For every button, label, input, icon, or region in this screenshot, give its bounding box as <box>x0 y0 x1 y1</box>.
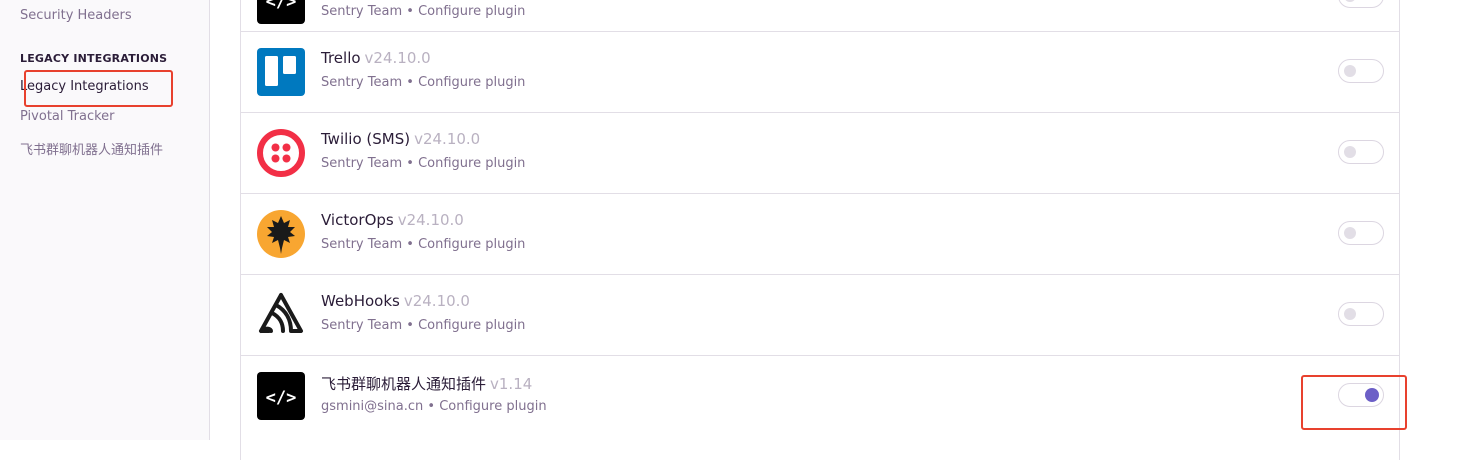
plugin-name: Trello <box>321 49 361 67</box>
twilio-icon <box>257 129 305 177</box>
plugin-title: VictorOps v24.10.0 <box>321 211 464 229</box>
plugin-title: Twilio (SMS) v24.10.0 <box>321 130 480 148</box>
plugin-title: Trello v24.10.0 <box>321 49 431 67</box>
plugin-row-webhooks: WebHooks v24.10.0 Sentry Team • Configure… <box>241 275 1399 356</box>
plugin-row: </> Sentry Team • Configure plugin <box>241 0 1399 32</box>
svg-text:</>: </> <box>266 0 297 12</box>
plugin-meta: Sentry Team • Configure plugin <box>321 318 526 333</box>
plugin-meta: Sentry Team • Configure plugin <box>321 237 526 252</box>
plugin-version: v1.14 <box>490 375 533 393</box>
plugin-row-twilio: Twilio (SMS) v24.10.0 Sentry Team • Confi… <box>241 113 1399 194</box>
plugin-toggle[interactable] <box>1338 140 1384 164</box>
code-icon: </> <box>257 0 305 24</box>
plugin-author: Sentry Team <box>321 156 403 171</box>
plugin-version: v24.10.0 <box>364 49 431 67</box>
plugin-meta: Sentry Team • Configure plugin <box>321 156 526 171</box>
plugin-toggle[interactable] <box>1338 302 1384 326</box>
plugin-meta: Sentry Team • Configure plugin <box>321 75 526 90</box>
plugin-name: Twilio (SMS) <box>321 130 411 148</box>
plugin-toggle[interactable] <box>1338 59 1384 83</box>
sidebar-item-pivotal-tracker[interactable]: Pivotal Tracker <box>20 109 115 124</box>
plugin-row-trello: Trello v24.10.0 Sentry Team • Configure p… <box>241 32 1399 113</box>
plugin-author: gsmini@sina.cn <box>321 399 424 414</box>
victorops-icon <box>257 210 305 258</box>
plugin-author: Sentry Team <box>321 4 403 19</box>
plugin-meta: Sentry Team • Configure plugin <box>321 4 526 19</box>
configure-plugin-link[interactable]: Configure plugin <box>418 75 525 90</box>
plugin-name: VictorOps <box>321 211 394 229</box>
svg-text:</>: </> <box>266 388 297 408</box>
plugin-row-feishu: </> 飞书群聊机器人通知插件 v1.14 gsmini@sina.cn • Co… <box>241 356 1399 437</box>
plugin-version: v24.10.0 <box>414 130 481 148</box>
sidebar-item-security-headers[interactable]: Security Headers <box>20 8 132 23</box>
configure-plugin-link[interactable]: Configure plugin <box>418 237 525 252</box>
settings-sidebar: Security Headers LEGACY INTEGRATIONS Leg… <box>0 0 210 440</box>
configure-plugin-link[interactable]: Configure plugin <box>418 4 525 19</box>
sidebar-item-legacy-integrations[interactable]: Legacy Integrations <box>20 79 149 94</box>
plugin-title: WebHooks v24.10.0 <box>321 292 470 310</box>
sidebar-item-feishu-bot[interactable]: 飞书群聊机器人通知插件 <box>20 139 163 158</box>
plugin-version: v24.10.0 <box>403 292 470 310</box>
trello-icon <box>257 48 305 96</box>
plugin-author: Sentry Team <box>321 237 403 252</box>
plugin-toggle[interactable] <box>1338 0 1384 8</box>
plugin-list-panel: </> Sentry Team • Configure plugin Trell… <box>240 0 1400 460</box>
plugin-toggle[interactable] <box>1338 221 1384 245</box>
configure-plugin-link[interactable]: Configure plugin <box>439 399 546 414</box>
configure-plugin-link[interactable]: Configure plugin <box>418 156 525 171</box>
plugin-row-victorops: VictorOps v24.10.0 Sentry Team • Configur… <box>241 194 1399 275</box>
plugin-name: 飞书群聊机器人通知插件 <box>321 375 487 393</box>
configure-plugin-link[interactable]: Configure plugin <box>418 318 525 333</box>
plugin-version: v24.10.0 <box>397 211 464 229</box>
code-icon: </> <box>257 372 305 420</box>
sentry-icon <box>257 291 305 339</box>
plugin-author: Sentry Team <box>321 318 403 333</box>
plugin-author: Sentry Team <box>321 75 403 90</box>
plugin-meta: gsmini@sina.cn • Configure plugin <box>321 399 547 414</box>
sidebar-section-heading: LEGACY INTEGRATIONS <box>20 52 168 65</box>
plugin-title: 飞书群聊机器人通知插件 v1.14 <box>321 373 532 394</box>
plugin-toggle-enabled[interactable] <box>1338 383 1384 407</box>
plugin-name: WebHooks <box>321 292 400 310</box>
